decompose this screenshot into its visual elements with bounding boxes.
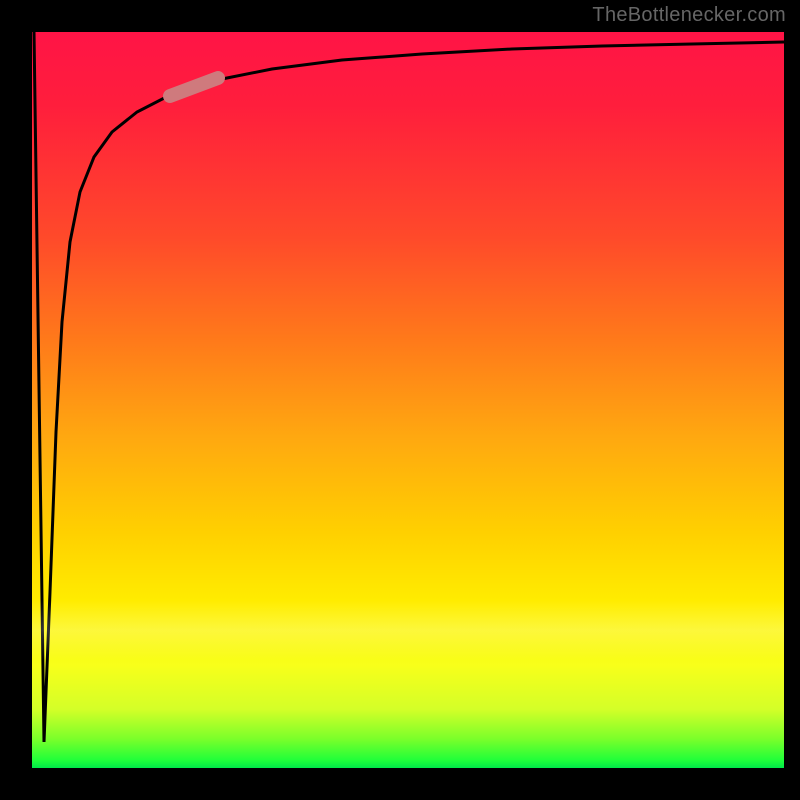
chart-plot-area	[32, 32, 784, 768]
curve-marker	[170, 78, 218, 96]
bottleneck-curve	[34, 32, 784, 742]
curve-svg	[32, 32, 784, 768]
watermark-text: TheBottlenecker.com	[592, 4, 786, 27]
